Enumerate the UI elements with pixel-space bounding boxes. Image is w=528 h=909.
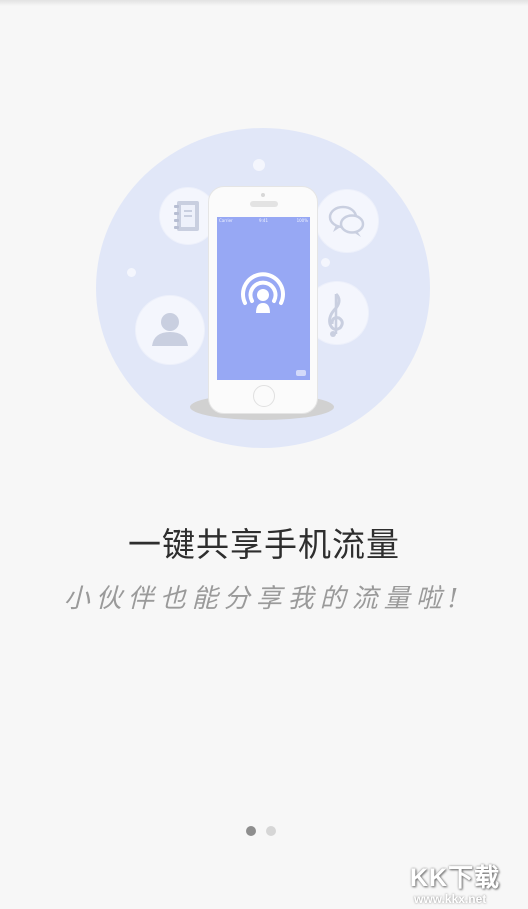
person-bubble [136,296,204,364]
top-edge-shadow [0,0,528,6]
page-subtitle: 小伙伴也能分享我的流量啦! [63,584,465,614]
chat-bubble [316,190,378,252]
status-time: 9:41 [259,218,268,223]
keyboard-icon [296,370,306,376]
phone-screen: Carrier 9:41 100% [217,217,310,380]
status-carrier: Carrier [219,218,233,223]
watermark-url: www.kkx.net [414,892,487,906]
page-title: 一键共享手机流量 [128,525,400,564]
wifi-hotspot-icon [241,272,285,313]
watermark: KK下载 www.kkx.net [410,858,528,909]
phone-status-bar: Carrier 9:41 100% [217,217,310,224]
phone-camera [261,193,265,197]
phone-home-button [253,385,275,407]
person-icon [152,313,188,346]
decor-dot [127,268,136,277]
watermark-logo: KK下载 [410,864,501,892]
page-dot-inactive[interactable] [266,826,276,836]
decor-dot [253,159,265,171]
page-dot-active[interactable] [246,826,256,836]
hero-illustration: Carrier 9:41 100% [96,128,430,448]
chat-bubbles-icon [328,205,365,237]
status-battery: 100% [296,218,308,223]
phone-speaker [250,201,278,207]
decor-dot [321,258,330,267]
phone-illustration: Carrier 9:41 100% [208,186,318,414]
